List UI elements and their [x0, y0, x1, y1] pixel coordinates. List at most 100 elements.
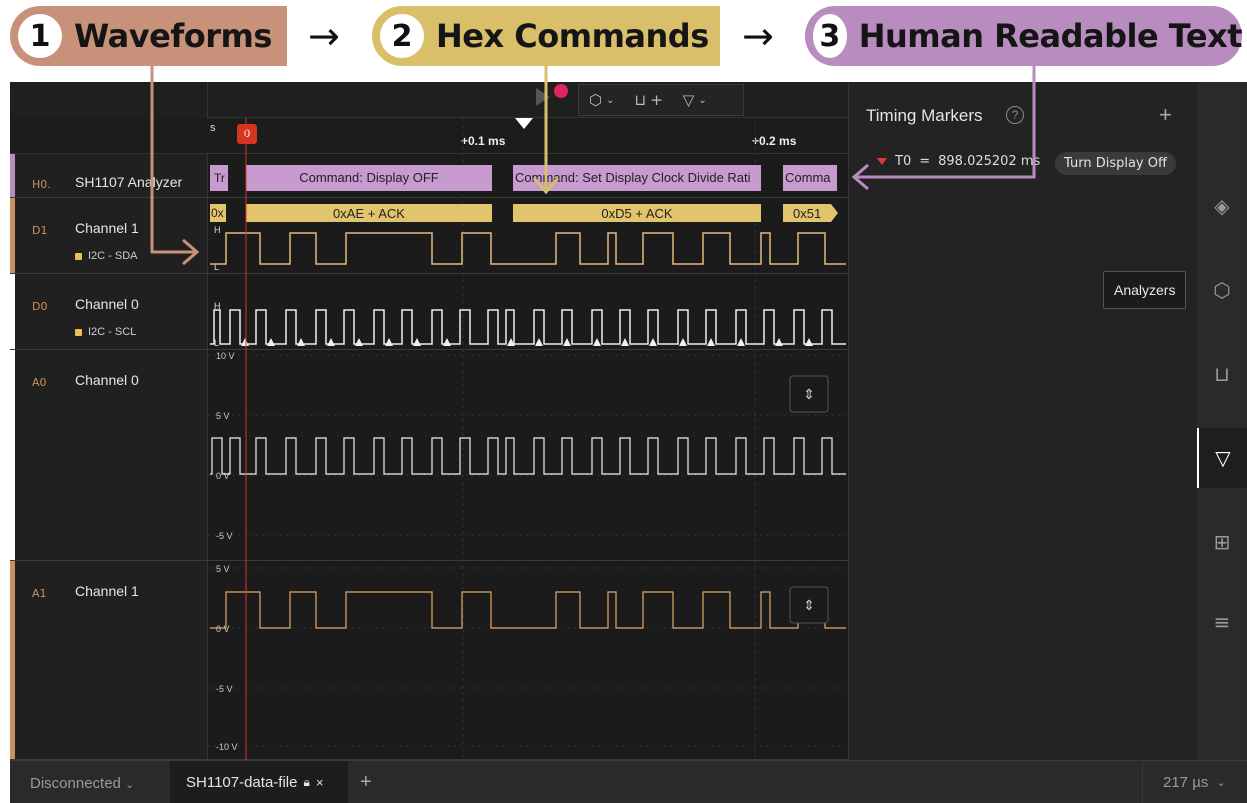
a1-axis-label: -10 V [216, 742, 238, 752]
record-indicator-icon [554, 84, 568, 98]
timing-markers-panel: Timing Markers ? + T0 = 898.025202 ms Tu… [848, 82, 1197, 760]
waveform-plot[interactable]: Tr Command: Display OFF Command: Set Dis… [208, 118, 848, 760]
hex-decode-bubble[interactable] [831, 204, 838, 222]
zoom-level[interactable]: 217 µs ⌄ [1142, 761, 1247, 803]
channel-analyzer-label: I2C - SCL [75, 326, 136, 338]
zoom-level-text: 217 µs [1163, 774, 1209, 791]
close-icon[interactable]: × [316, 775, 324, 790]
level-low-label: L [214, 338, 219, 348]
a0-axis-label: -5 V [216, 531, 233, 541]
marker-note-badge[interactable]: Turn Display Off [1055, 152, 1176, 175]
autoscale-icon: ⇕ [803, 597, 815, 613]
channel-tag: D1 [32, 224, 48, 237]
sda-waveform [210, 232, 846, 265]
a1-axis-label: -5 V [216, 684, 233, 694]
analyzer-toolbar-button[interactable]: ⬡ ⌄ [579, 91, 625, 109]
channel-analyzer-label: I2C - SDA [75, 250, 138, 262]
marker-value: 898.025202 ms [938, 154, 1041, 169]
step-1-pill: 1 Waveforms [10, 6, 287, 66]
notes-icon[interactable]: ≡ [1197, 592, 1247, 652]
channel-row-label: A1 Channel 1 [10, 561, 208, 759]
chevron-down-icon: ⌄ [606, 94, 615, 106]
channel-tag: A1 [32, 587, 47, 600]
channel-tag: D0 [32, 300, 48, 313]
chevron-down-icon: ⌄ [1216, 777, 1226, 789]
a1-axis-label: 0 V [216, 624, 230, 634]
lock-icon: 🔒︎ [303, 775, 310, 789]
annotation-banner: 1 Waveforms → 2 Hex Commands → 3 Human R… [0, 0, 1247, 80]
analyzers-icon[interactable]: ⬡ [1197, 260, 1247, 320]
analyzer-color-swatch [75, 328, 82, 336]
timing-marker-item[interactable]: T0 = 898.025202 ms [877, 154, 1040, 169]
channel-row-label: D1 Channel 1 I2C - SDA [10, 198, 208, 273]
scl-edge-markers [241, 338, 813, 346]
channel-color-stripe [10, 154, 15, 197]
autoscale-icon: ⇕ [803, 386, 815, 402]
timing-markers-icon[interactable]: ▽ [1197, 428, 1247, 488]
channel-name: SH1107 Analyzer [75, 174, 183, 190]
file-tab[interactable]: SH1107-data-file 🔒︎ × [170, 761, 348, 803]
marker-equals: = [919, 154, 931, 169]
step-2-pill: 2 Hex Commands [372, 6, 720, 66]
analyzer-decode-text: Command: Display OFF [299, 170, 438, 185]
a1-analog-waveform [210, 591, 846, 629]
panel-title: Timing Markers [866, 106, 983, 125]
channel-tag: H0. [32, 178, 51, 191]
a0-axis-label: 0 V [216, 471, 230, 481]
plus-icon: + [650, 91, 663, 109]
layers-icon[interactable]: ◈ [1197, 176, 1247, 236]
flow-arrow-2: → [742, 14, 774, 58]
a0-axis-label: 10 V [216, 351, 235, 361]
analyzer-decode-track[interactable]: Tr Command: Display OFF Command: Set Dis… [210, 165, 837, 191]
channel-color-stripe [10, 561, 15, 759]
analyzer-decode-text: Comma [785, 170, 831, 185]
channel-tag: A0 [32, 376, 47, 389]
step-3-label: Human Readable Text [858, 17, 1243, 55]
channel-analyzer-name: I2C - SCL [88, 326, 137, 338]
channel-analyzer-name: I2C - SDA [88, 250, 138, 262]
step-2-label: Hex Commands [436, 17, 709, 55]
capture-toolbar: ⬡ ⌄ ⊔ + ▽ ⌄ [208, 82, 848, 118]
new-tab-button[interactable]: + [360, 771, 372, 794]
analyzer-decode-text: Tr [214, 171, 225, 185]
channel-name: Channel 0 [75, 372, 139, 388]
scl-waveform [210, 309, 846, 345]
flow-arrow-1: → [308, 14, 340, 58]
a0-analog-waveform [210, 437, 846, 475]
chevron-down-icon: ⌄ [125, 779, 135, 791]
channel-color-stripe [10, 274, 15, 349]
toolbar-button-group: ⬡ ⌄ ⊔ + ▽ ⌄ [578, 84, 744, 116]
file-tab-label: SH1107-data-file [186, 774, 298, 791]
hex-decode-text: 0xD5 + ACK [601, 206, 673, 221]
a1-axis-label: 5 V [216, 564, 230, 574]
channel-row-label: D0 Channel 0 I2C - SCL [10, 274, 208, 349]
channel-color-stripe [10, 198, 15, 273]
step-3-number: 3 [813, 14, 847, 58]
step-3-pill: 3 Human Readable Text [805, 6, 1243, 66]
analyzer-row-label: H0. SH1107 Analyzer [10, 154, 208, 197]
help-icon[interactable]: ? [1006, 106, 1024, 124]
a0-axis-label: 5 V [216, 411, 230, 421]
status-bar: Disconnected ⌄ SH1107-data-file 🔒︎ × + 2… [10, 760, 1247, 803]
connection-status[interactable]: Disconnected ⌄ [30, 775, 134, 792]
hex-decode-track[interactable]: 0x 0xAE + ACK 0xD5 + ACK 0x51 [210, 204, 838, 222]
analyzers-tooltip: Analyzers [1103, 271, 1187, 309]
measure-toolbar-button[interactable]: ⊔ + [625, 91, 673, 109]
channel-name: Channel 0 [75, 296, 139, 312]
analyzer-decode-text: Command: Set Display Clock Divide Rati [515, 170, 751, 185]
analyzer-color-swatch [75, 252, 82, 260]
step-1-label: Waveforms [74, 17, 272, 55]
extensions-icon[interactable]: ⊞ [1197, 512, 1247, 572]
right-sidebar: ◈ ⬡ ⊔ ▽ ⊞ ≡ [1197, 82, 1247, 760]
level-high-label: H [214, 225, 221, 235]
play-icon[interactable] [536, 88, 550, 106]
channel-row-label: A0 Channel 0 [10, 350, 208, 560]
marker-toolbar-button[interactable]: ▽ ⌄ [673, 91, 717, 109]
channel-name: Channel 1 [75, 583, 139, 599]
analyzer-icon: ⬡ [589, 91, 603, 109]
channel-name: Channel 1 [75, 220, 139, 236]
logic-analyzer-app: ⬡ ⌄ ⊔ + ▽ ⌄ s +0.1 ms +0.2 ms 0 H0. SH1107 … [10, 82, 1247, 803]
add-marker-button[interactable]: + [1159, 102, 1172, 128]
measurements-icon[interactable]: ⊔ [1197, 344, 1247, 404]
marker-pin-icon [877, 158, 887, 165]
